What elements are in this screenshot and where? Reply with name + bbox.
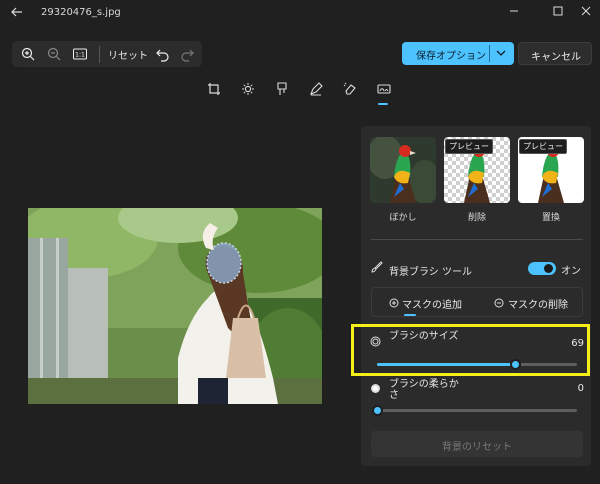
redo-icon[interactable] [179, 46, 195, 62]
brush-softness-label: ブラシの柔らかさ [389, 379, 459, 401]
mode-replace-label: 置換 [541, 213, 560, 223]
reset-background-button[interactable]: 背景のリセット [371, 431, 583, 457]
chevron-down-icon[interactable] [495, 47, 507, 59]
undo-icon[interactable] [155, 46, 171, 62]
mode-blur-label: ぼかし [389, 213, 417, 223]
highlight-box [351, 324, 590, 376]
save-options-label: 保存オプション [416, 51, 486, 62]
tab-mask-add[interactable]: マスクの追加 [402, 296, 462, 311]
mode-replace-thumbnail[interactable]: プレビュー [518, 137, 584, 203]
toggle-knob [544, 264, 553, 273]
zoom-in-icon[interactable] [20, 46, 36, 62]
erase-icon[interactable] [343, 82, 357, 96]
cancel-button[interactable]: キャンセル [518, 42, 592, 65]
title-bar: 29320476_s.jpg [0, 0, 600, 28]
add-circle-icon[interactable] [389, 298, 399, 308]
edited-photo[interactable] [28, 208, 322, 404]
close-icon[interactable] [580, 5, 592, 17]
save-divider [489, 45, 490, 62]
svg-text:1:1: 1:1 [75, 52, 85, 59]
zoom-out-icon[interactable] [46, 46, 62, 62]
reset-background-label: 背景のリセット [442, 442, 512, 453]
panel-divider [371, 239, 583, 240]
brush-icon [371, 261, 383, 273]
filter-icon[interactable] [275, 82, 289, 96]
minimize-icon[interactable] [508, 5, 520, 17]
preview-badge: プレビュー [519, 139, 567, 154]
brush-tool-state: オン [561, 266, 581, 277]
remove-circle-icon[interactable] [494, 298, 504, 308]
brightness-icon[interactable] [241, 82, 255, 96]
mode-blur-thumbnail[interactable] [370, 137, 436, 203]
active-tool-indicator [378, 103, 388, 105]
toolbar-divider [99, 46, 100, 63]
slider-thumb[interactable] [372, 405, 383, 416]
mode-remove-label: 削除 [467, 213, 486, 223]
brush-softness-value: 0 [577, 383, 584, 394]
maximize-icon[interactable] [552, 5, 564, 17]
brush-softness-slider[interactable] [372, 405, 577, 416]
markup-icon[interactable] [309, 82, 323, 96]
preview-badge: プレビュー [445, 139, 493, 154]
cancel-label: キャンセル [531, 52, 581, 63]
actual-size-icon[interactable]: 1:1 [72, 46, 88, 62]
brush-softness-icon [371, 384, 380, 393]
zoom-toolbar: 1:1 リセット [12, 41, 202, 67]
background-icon[interactable] [377, 82, 391, 96]
mode-remove-thumbnail[interactable]: プレビュー [444, 137, 510, 203]
back-arrow-icon[interactable] [10, 5, 24, 19]
save-options-button[interactable]: 保存オプション [402, 42, 514, 65]
window-title: 29320476_s.jpg [41, 7, 121, 18]
tab-mask-remove[interactable]: マスクの削除 [508, 296, 568, 311]
brush-tool-label: 背景ブラシ ツール [389, 267, 472, 278]
active-tab-indicator [404, 314, 416, 316]
crop-icon[interactable] [207, 82, 221, 96]
reset-button[interactable]: リセット [108, 47, 148, 62]
brush-tool-toggle[interactable] [528, 262, 556, 275]
